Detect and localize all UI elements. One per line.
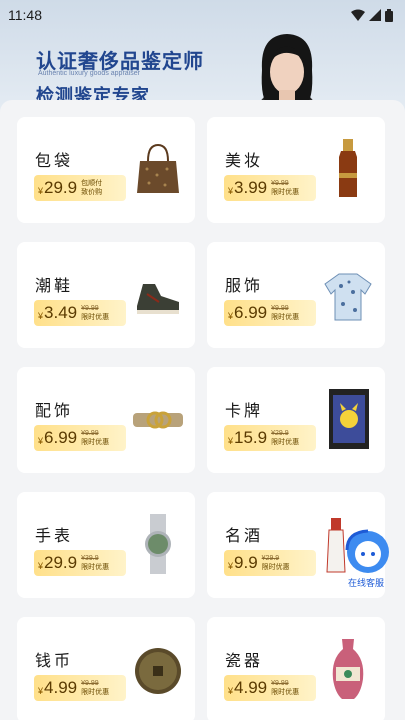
category-name: 手表 — [35, 528, 74, 545]
price-tag: ¥ 6.99 ¥9.99 限时优惠 — [224, 300, 316, 326]
handbag-icon — [137, 143, 179, 193]
price-tag: ¥ 29.9 包顺付 致价购 — [34, 175, 126, 201]
price-tag: ¥ 4.99 ¥9.99 限时优惠 — [224, 675, 316, 701]
price-tag: ¥ 3.99 ¥9.99 限时优惠 — [224, 175, 316, 201]
serum-bottle-icon — [339, 139, 357, 197]
online-support-button[interactable]: 在线客服 — [338, 528, 394, 592]
shirt-icon — [324, 273, 372, 321]
category-card-coins[interactable]: 钱币 ¥ 4.99 ¥9.99 限时优惠 — [17, 617, 195, 720]
category-sheet: 包袋 ¥ 29.9 包顺付 致价购 美妆 ¥ 3.99 ¥9.99 限时优惠 潮鞋 … — [0, 100, 405, 720]
trading-card-icon — [329, 389, 369, 449]
category-card-trading-cards[interactable]: 卡牌 ¥ 15.9 ¥29.9 限时优惠 — [207, 367, 385, 473]
price-value: 15.9 — [234, 428, 268, 447]
price-value: 29.9 — [44, 553, 78, 572]
price-value: 29.9 — [44, 178, 78, 197]
category-name: 潮鞋 — [35, 278, 74, 295]
category-name: 美妆 — [225, 153, 264, 170]
customer-service-icon — [345, 529, 389, 573]
price-value: 6.99 — [234, 303, 268, 322]
category-card-cosmetics[interactable]: 美妆 ¥ 3.99 ¥9.99 限时优惠 — [207, 117, 385, 223]
price-tag: ¥ 9.9 ¥29.9 限时优惠 — [224, 550, 316, 576]
category-name: 卡牌 — [225, 403, 264, 420]
coin-icon — [135, 648, 181, 694]
vase-icon — [332, 639, 364, 699]
status-time: 11:48 — [8, 7, 42, 23]
category-name: 包袋 — [35, 153, 74, 170]
category-name: 服饰 — [225, 278, 264, 295]
category-card-bags[interactable]: 包袋 ¥ 29.9 包顺付 致价购 — [17, 117, 195, 223]
price-tag: ¥ 29.9 ¥39.9 限时优惠 — [34, 550, 126, 576]
price-tag: ¥ 6.99 ¥9.99 限时优惠 — [34, 425, 126, 451]
wifi-icon — [351, 9, 365, 21]
belt-icon — [133, 411, 183, 429]
online-support-label: 在线客服 — [347, 578, 384, 588]
price-value: 3.99 — [234, 178, 268, 197]
category-card-sneakers[interactable]: 潮鞋 ¥ 3.49 ¥9.99 限时优惠 — [17, 242, 195, 348]
category-name: 配饰 — [35, 403, 74, 420]
price-tag: ¥ 3.49 ¥9.99 限时优惠 — [34, 300, 126, 326]
price-value: 3.49 — [44, 303, 78, 322]
status-bar: 11:48 — [0, 0, 405, 30]
price-value: 4.99 — [44, 678, 78, 697]
price-tag: ¥ 4.99 ¥9.99 限时优惠 — [34, 675, 126, 701]
category-card-watches[interactable]: 手表 ¥ 29.9 ¥39.9 限时优惠 — [17, 492, 195, 598]
category-name: 钱币 — [35, 653, 74, 670]
price-value: 4.99 — [234, 678, 268, 697]
category-card-apparel[interactable]: 服饰 ¥ 6.99 ¥9.99 限时优惠 — [207, 242, 385, 348]
sneaker-icon — [137, 284, 179, 314]
category-card-accessories[interactable]: 配饰 ¥ 6.99 ¥9.99 限时优惠 — [17, 367, 195, 473]
battery-icon — [385, 8, 393, 22]
cellular-signal-icon — [369, 9, 381, 21]
hero-tagline: Authentic luxury goods appraiser — [38, 70, 140, 77]
price-tag: ¥ 15.9 ¥29.9 限时优惠 — [224, 425, 316, 451]
category-card-porcelain[interactable]: 瓷器 ¥ 4.99 ¥9.99 限时优惠 — [207, 617, 385, 720]
price-value: 6.99 — [44, 428, 78, 447]
price-value: 9.9 — [234, 553, 258, 572]
category-name: 名酒 — [225, 528, 264, 545]
category-name: 瓷器 — [225, 653, 264, 670]
watch-icon — [145, 514, 171, 574]
